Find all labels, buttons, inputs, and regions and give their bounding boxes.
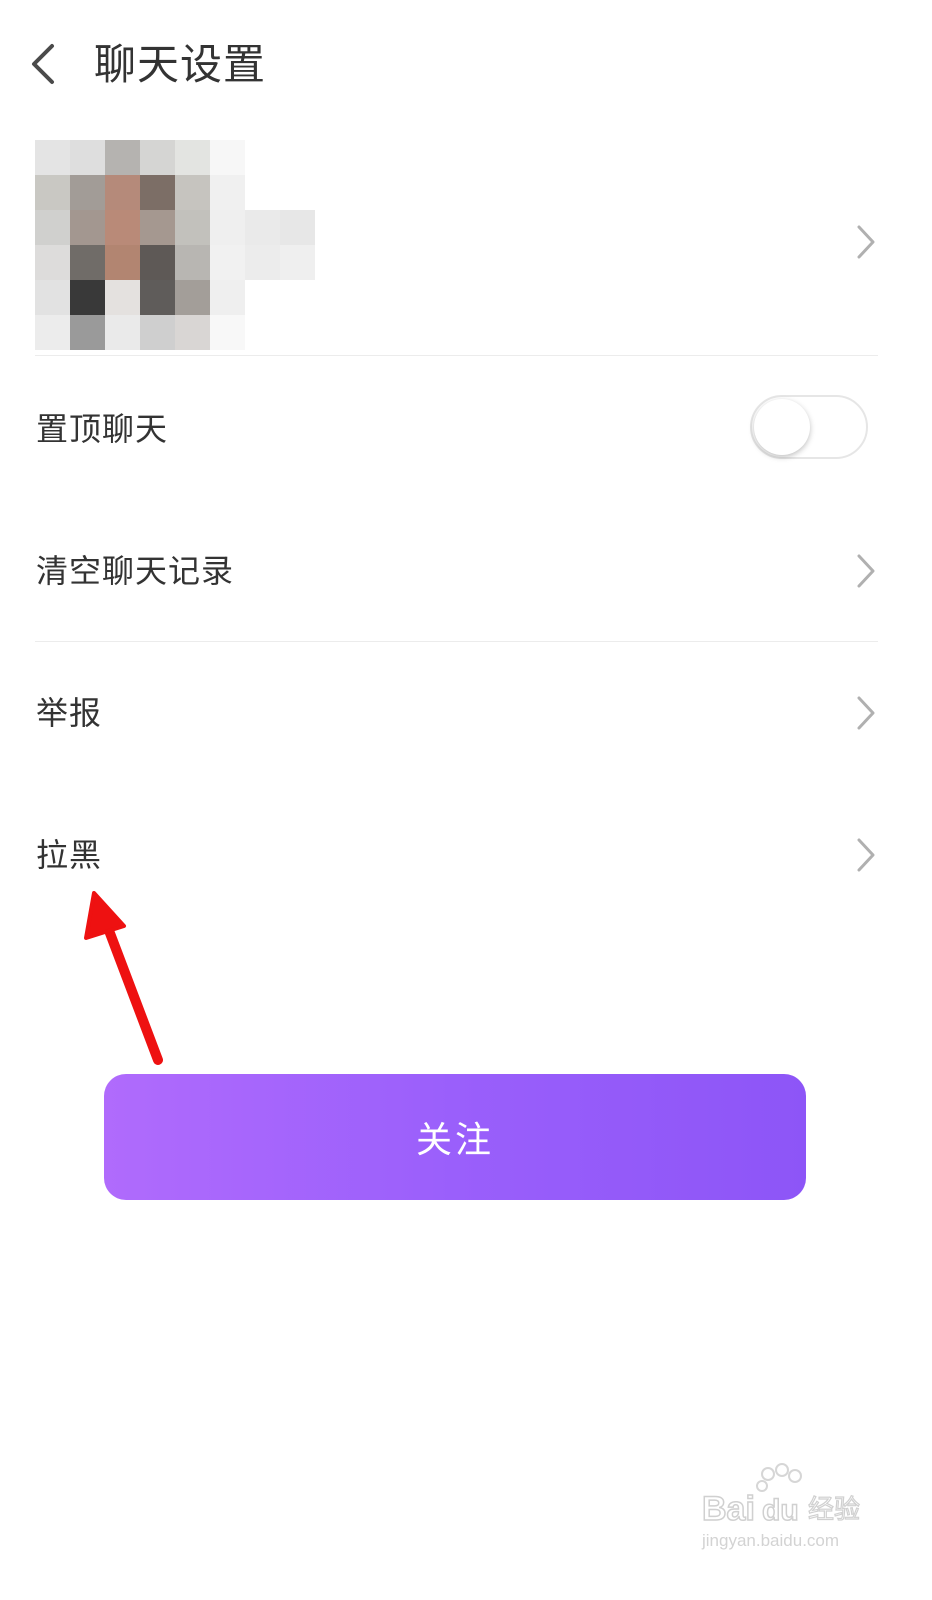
divider (35, 355, 878, 356)
chevron-right-icon (857, 696, 875, 730)
top-bar: 聊天设置 (0, 0, 932, 130)
setting-row-report[interactable]: 举报 (0, 642, 932, 784)
toggle-knob (754, 399, 810, 455)
pin-chat-toggle[interactable] (750, 395, 868, 459)
profile-row[interactable] (0, 130, 932, 356)
setting-label-pin-chat: 置顶聊天 (36, 410, 169, 448)
setting-row-pin-chat: 置顶聊天 (0, 358, 932, 500)
chevron-right-icon (857, 225, 875, 259)
follow-button-label: 关注 (415, 1120, 494, 1161)
page-title: 聊天设置 (94, 40, 267, 89)
chevron-left-icon (32, 44, 54, 84)
baidu-jingyan-watermark: Bai du 经验 jingyan.baidu.com (701, 1463, 861, 1550)
setting-label-block: 拉黑 (36, 836, 103, 874)
setting-label-report: 举报 (36, 694, 103, 732)
svg-text:du: du (762, 1494, 799, 1527)
setting-row-block[interactable]: 拉黑 (0, 784, 932, 926)
setting-row-clear-history[interactable]: 清空聊天记录 (0, 500, 932, 642)
svg-text:经验: 经验 (808, 1495, 860, 1525)
avatar (35, 140, 245, 350)
follow-button[interactable]: 关注 (104, 1074, 806, 1200)
svg-text:jingyan.baidu.com: jingyan.baidu.com (701, 1531, 839, 1550)
profile-name-pixelated (245, 210, 315, 280)
chevron-right-icon (857, 838, 875, 872)
back-button[interactable] (22, 40, 66, 88)
setting-label-clear-history: 清空聊天记录 (36, 552, 235, 590)
svg-text:Bai: Bai (702, 1490, 755, 1528)
chevron-right-icon (857, 554, 875, 588)
